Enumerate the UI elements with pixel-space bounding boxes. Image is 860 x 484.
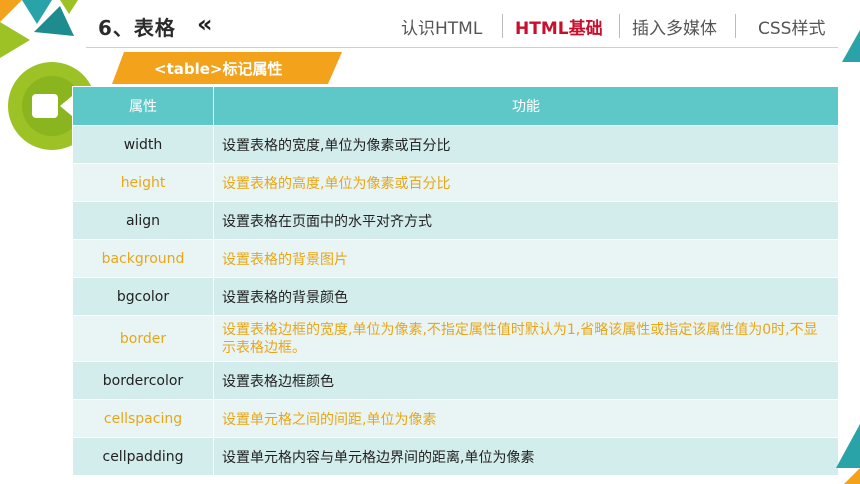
attribute-name: background [72, 239, 214, 278]
decorative-bottom-triangles [836, 424, 860, 484]
attribute-description: 设置单元格之间的间距,单位为像素 [213, 399, 839, 438]
attribute-name: bordercolor [72, 361, 214, 400]
nav-item-multimedia[interactable]: 插入多媒体 [632, 14, 717, 39]
table-header-row: 属性 功能 [72, 86, 839, 126]
attribute-name: cellpadding [72, 437, 214, 476]
attribute-name: border [72, 315, 214, 362]
table-row: height 设置表格的高度,单位为像素或百分比 [72, 163, 839, 202]
attribute-description: 设置表格的高度,单位为像素或百分比 [213, 163, 839, 202]
attribute-description: 设置表格边框的宽度,单位为像素,不指定属性值时默认为1,省略该属性或指定该属性值… [213, 315, 839, 362]
attribute-name: align [72, 201, 214, 240]
table-row: align 设置表格在页面中的水平对齐方式 [72, 201, 839, 240]
video-camera-icon [32, 94, 72, 118]
decorative-corner-triangle [842, 30, 860, 62]
attribute-description: 设置表格在页面中的水平对齐方式 [213, 201, 839, 240]
header-divider [86, 47, 838, 48]
attribute-description: 设置表格的宽度,单位为像素或百分比 [213, 125, 839, 164]
nav-item-html-basics[interactable]: HTML基础 [515, 14, 603, 39]
nav-separator [735, 14, 736, 38]
nav-separator [502, 14, 503, 38]
section-banner: <table>标记属性 [112, 52, 342, 84]
decorative-triangles [0, 0, 78, 58]
table-row: border 设置表格边框的宽度,单位为像素,不指定属性值时默认为1,省略该属性… [72, 315, 839, 362]
table-row: cellpadding 设置单元格内容与单元格边界间的距离,单位为像素 [72, 437, 839, 476]
attributes-table: 属性 功能 width 设置表格的宽度,单位为像素或百分比 height 设置表… [72, 86, 839, 476]
nav-separator [619, 14, 620, 38]
table-row: bordercolor 设置表格边框颜色 [72, 361, 839, 400]
attribute-name: bgcolor [72, 277, 214, 316]
nav-item-css-styles[interactable]: CSS样式 [758, 14, 825, 39]
table-row: bgcolor 设置表格的背景颜色 [72, 277, 839, 316]
attribute-description: 设置单元格内容与单元格边界间的距离,单位为像素 [213, 437, 839, 476]
attribute-description: 设置表格的背景图片 [213, 239, 839, 278]
column-header-attribute: 属性 [72, 86, 214, 126]
attribute-name: cellspacing [72, 399, 214, 438]
chevrons-left-icon: « [197, 10, 212, 38]
table-row: width 设置表格的宽度,单位为像素或百分比 [72, 125, 839, 164]
table-row: background 设置表格的背景图片 [72, 239, 839, 278]
attribute-description: 设置表格边框颜色 [213, 361, 839, 400]
attribute-description: 设置表格的背景颜色 [213, 277, 839, 316]
column-header-function: 功能 [213, 86, 839, 126]
page-title: 6、表格 [98, 16, 176, 40]
section-title: <table>标记属性 [154, 59, 283, 78]
attribute-name: height [72, 163, 214, 202]
table-row: cellspacing 设置单元格之间的间距,单位为像素 [72, 399, 839, 438]
attribute-name: width [72, 125, 214, 164]
nav-item-html-intro[interactable]: 认识HTML [401, 14, 482, 39]
